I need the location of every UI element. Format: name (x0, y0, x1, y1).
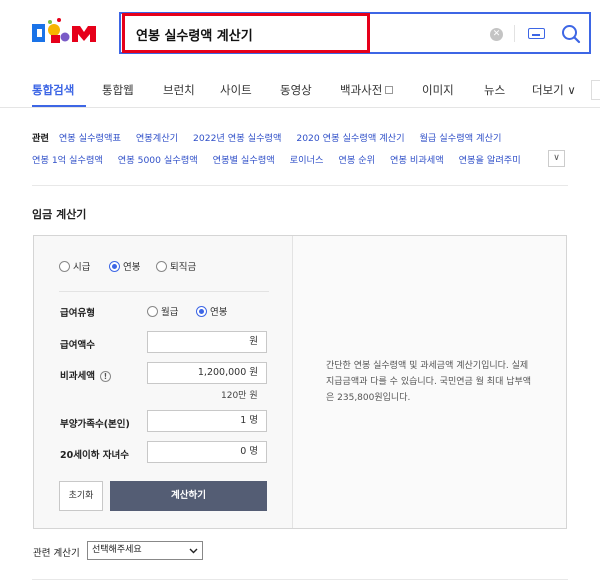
dependents-input[interactable]: 1 명 (147, 410, 267, 432)
chevron-down-icon (189, 548, 198, 554)
related-link[interactable]: 2022년 연봉 실수령액 (193, 133, 281, 144)
radio-circle (59, 260, 70, 272)
tab-integrated[interactable]: 통합검색 (32, 82, 74, 98)
mode-radio-severance[interactable]: 퇴직금 (156, 259, 196, 273)
tab-news[interactable]: 뉴스 (484, 82, 505, 98)
search-input[interactable]: 연봉 실수령액 계산기 (136, 25, 253, 44)
tab-site[interactable]: 사이트 (220, 82, 252, 98)
tab-more[interactable]: 더보기 ∨ (532, 82, 576, 98)
related-label: 관련 (32, 133, 49, 144)
salary-label: 급여액수 (60, 340, 95, 351)
related-link[interactable]: 연봉을 알려주미 (459, 155, 521, 166)
calculator-result-area: 간단한 연봉 실수령액 및 과세금액 계산기입니다. 실제 지급금액과 다를 수… (293, 236, 566, 528)
radio-label: 퇴직금 (170, 262, 197, 273)
related-link[interactable]: 연봉 순위 (338, 155, 375, 166)
nontaxable-label-text: 비과세액 (60, 371, 95, 382)
keyboard-icon[interactable] (528, 28, 545, 39)
radio-label: 월급 (161, 307, 179, 318)
pay-type-radio-annual[interactable]: 연봉 (196, 304, 227, 318)
related-link[interactable]: 연봉 5000 실수령액 (118, 155, 198, 166)
search-tabs: 통합검색 통합웹 브런치 사이트 동영상 백과사전 이미지 뉴스 더보기 ∨ (0, 72, 600, 108)
tab-web[interactable]: 통합웹 (102, 82, 134, 98)
bottom-divider (32, 579, 568, 580)
tab-image[interactable]: 이미지 (422, 82, 454, 98)
calculator-form: 시급 연봉 퇴직금 급여유형 월급 연봉 급여액수 원 비과세액! 1,200,… (34, 236, 293, 528)
calculator-panel: 시급 연봉 퇴직금 급여유형 월급 연봉 급여액수 원 비과세액! 1,200,… (33, 235, 567, 529)
section-divider (32, 185, 568, 186)
calculate-button[interactable]: 계산하기 (110, 481, 267, 511)
children-label: 20세이하 자녀수 (60, 450, 129, 461)
salary-input[interactable]: 원 (147, 331, 267, 353)
search-divider (514, 25, 515, 42)
related-link[interactable]: 로이너스 (290, 155, 324, 166)
calculator-description: 간단한 연봉 실수령액 및 과세금액 계산기입니다. 실제 지급금액과 다를 수… (326, 361, 532, 403)
nontaxable-input[interactable]: 1,200,000 원 (147, 362, 267, 384)
related-row-2: 연봉 1억 실수령액 연봉 5000 실수령액 연봉별 실수령액 로이너스 연봉… (32, 152, 533, 166)
related-calculator-select[interactable]: 선택해주세요 (87, 541, 203, 560)
pay-type-radio-monthly[interactable]: 월급 (147, 304, 178, 318)
calculator-title: 임금 계산기 (32, 208, 87, 221)
search-icon[interactable] (560, 23, 582, 45)
related-expand-chevron-icon[interactable]: ∨ (548, 150, 565, 167)
related-link[interactable]: 연봉 실수령액표 (59, 133, 121, 144)
children-input[interactable]: 0 명 (147, 441, 267, 463)
daum-logo[interactable] (32, 16, 108, 50)
related-link[interactable]: 연봉 비과세액 (390, 155, 444, 166)
pay-type-label: 급여유형 (60, 308, 95, 319)
active-tab-indicator (32, 105, 86, 107)
radio-label: 시급 (73, 262, 91, 273)
related-link[interactable]: 연봉별 실수령액 (213, 155, 275, 166)
nontaxable-hint: 120만 원 (221, 391, 258, 401)
dependents-label: 부양가족수(본인) (60, 419, 130, 430)
info-icon[interactable]: ! (99, 371, 111, 382)
nontaxable-label: 비과세액! (60, 368, 111, 382)
radio-circle (156, 260, 167, 272)
tab-brunch[interactable]: 브런치 (163, 82, 195, 98)
mode-radio-hourly[interactable]: 시급 (59, 259, 90, 273)
related-link[interactable]: 연봉계산기 (136, 133, 178, 144)
radio-label: 연봉 (123, 262, 141, 273)
tab-encyclopedia-label: 백과사전 (340, 83, 383, 97)
reset-button[interactable]: 초기화 (59, 481, 103, 511)
tab-encyclopedia[interactable]: 백과사전 (340, 82, 394, 98)
radio-circle (196, 305, 207, 317)
clear-icon[interactable]: ✕ (490, 28, 503, 41)
external-box-icon (385, 86, 394, 94)
form-divider (59, 291, 269, 292)
tab-video[interactable]: 동영상 (280, 82, 312, 98)
related-calculator-label: 관련 계산기 (33, 548, 80, 559)
radio-label: 연봉 (210, 307, 228, 318)
tab-overflow-box (591, 80, 600, 100)
radio-circle (147, 305, 158, 317)
mode-radio-annual[interactable]: 연봉 (109, 259, 140, 273)
related-link[interactable]: 연봉 1억 실수령액 (32, 155, 103, 166)
related-row-1: 관련 연봉 실수령액표 연봉계산기 2022년 연봉 실수령액 2020 연봉 … (32, 130, 513, 144)
radio-circle (109, 260, 120, 272)
related-link[interactable]: 2020 연봉 실수령액 계산기 (296, 133, 404, 144)
related-link[interactable]: 월급 실수령액 계산기 (419, 133, 501, 144)
select-value: 선택해주세요 (92, 545, 142, 555)
